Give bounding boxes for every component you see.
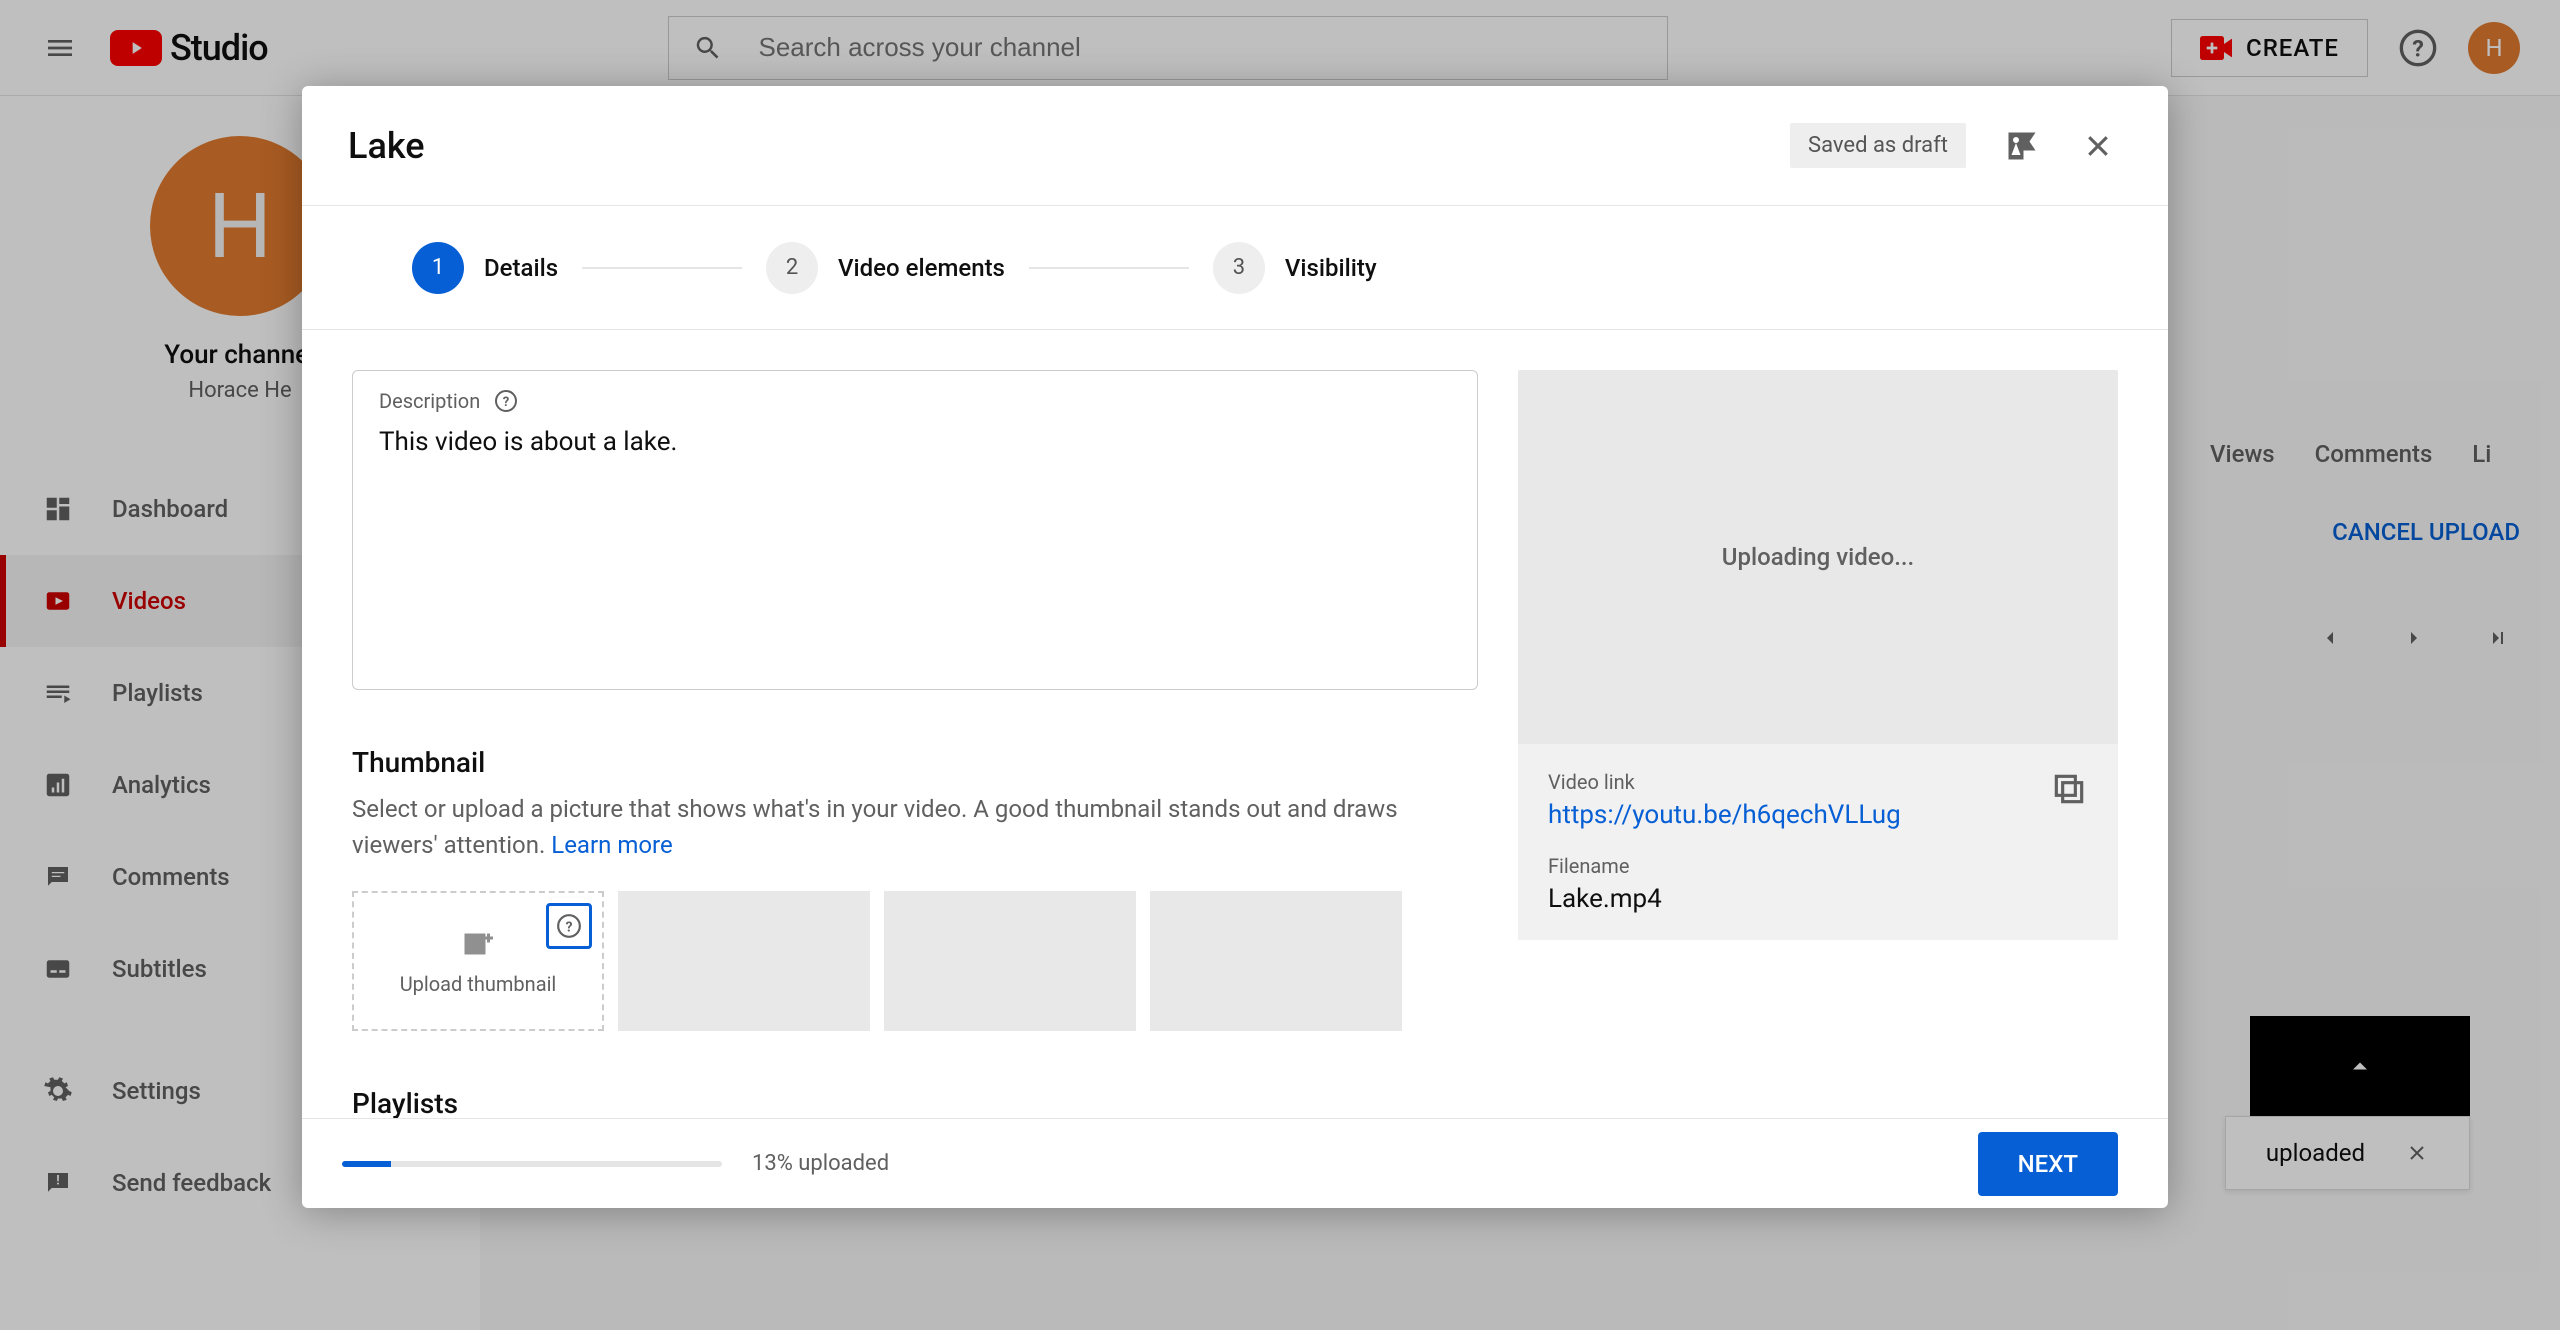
modal-body: Description ? This video is about a lake… bbox=[302, 330, 2168, 1118]
step-num-3: 3 bbox=[1213, 242, 1265, 294]
svg-text:?: ? bbox=[503, 395, 509, 410]
description-value: This video is about a lake. bbox=[379, 427, 1451, 457]
add-image-icon bbox=[460, 926, 496, 962]
step-visibility[interactable]: 3 Visibility bbox=[1213, 242, 1377, 294]
description-label: Description bbox=[379, 389, 480, 413]
step-video-elements[interactable]: 2 Video elements bbox=[766, 242, 1005, 294]
video-link-value[interactable]: https://youtu.be/h6qechVLLug bbox=[1548, 800, 1901, 830]
upload-progress-fill bbox=[342, 1161, 391, 1167]
upload-modal: Lake Saved as draft 1 Details 2 Video el… bbox=[302, 86, 2168, 1208]
description-field[interactable]: Description ? This video is about a lake… bbox=[352, 370, 1478, 690]
upload-status: Uploading video... bbox=[1518, 370, 2118, 744]
thumbnail-slot-3[interactable] bbox=[1150, 891, 1402, 1031]
copy-icon[interactable] bbox=[2050, 770, 2088, 808]
thumbnail-help-icon[interactable]: ? bbox=[546, 903, 592, 949]
saved-badge: Saved as draft bbox=[1790, 123, 1966, 168]
help-icon[interactable]: ? bbox=[494, 389, 518, 413]
svg-text:?: ? bbox=[565, 919, 572, 935]
step-details[interactable]: 1 Details bbox=[412, 242, 558, 294]
step-num-1: 1 bbox=[412, 242, 464, 294]
video-preview: Uploading video... Video link https://yo… bbox=[1518, 370, 2118, 940]
upload-progress-bar bbox=[342, 1161, 722, 1167]
close-button[interactable] bbox=[2078, 126, 2118, 166]
modal-header: Lake Saved as draft bbox=[302, 86, 2168, 206]
upload-progress-text: 13% uploaded bbox=[752, 1151, 889, 1176]
exit-icon[interactable] bbox=[2002, 126, 2042, 166]
next-button[interactable]: NEXT bbox=[1978, 1132, 2118, 1196]
stepper: 1 Details 2 Video elements 3 Visibility bbox=[302, 206, 2168, 330]
upload-thumbnail-label: Upload thumbnail bbox=[400, 972, 557, 996]
upload-thumbnail-button[interactable]: ? Upload thumbnail bbox=[352, 891, 604, 1031]
video-link-label: Video link bbox=[1548, 770, 1901, 794]
playlists-title: Playlists bbox=[352, 1087, 1478, 1118]
modal-footer: 13% uploaded NEXT bbox=[302, 1118, 2168, 1208]
filename-value: Lake.mp4 bbox=[1548, 884, 2088, 914]
learn-more-link[interactable]: Learn more bbox=[551, 831, 672, 859]
thumbnail-title: Thumbnail bbox=[352, 746, 1478, 779]
thumbnail-subtitle: Select or upload a picture that shows wh… bbox=[352, 791, 1478, 863]
step-num-2: 2 bbox=[766, 242, 818, 294]
thumbnail-slot-2[interactable] bbox=[884, 891, 1136, 1031]
filename-label: Filename bbox=[1548, 854, 2088, 878]
thumbnail-slot-1[interactable] bbox=[618, 891, 870, 1031]
modal-title: Lake bbox=[348, 125, 425, 167]
